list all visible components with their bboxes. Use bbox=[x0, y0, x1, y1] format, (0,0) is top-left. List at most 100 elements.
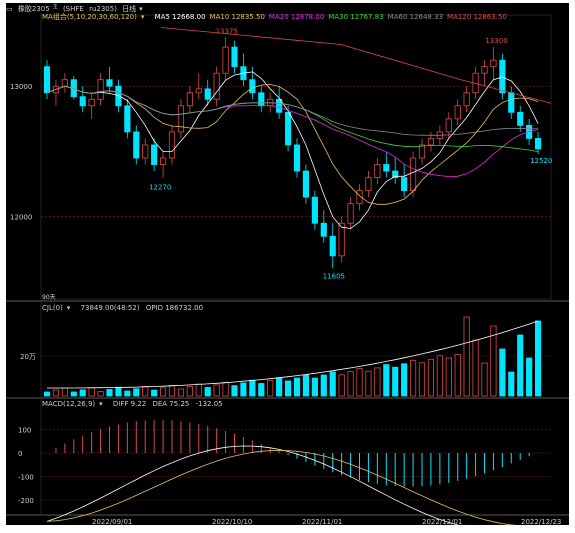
volume-bar bbox=[159, 387, 167, 397]
macd-label[interactable]: MACD(12,26,9) ▾ bbox=[42, 400, 107, 408]
volume-bar bbox=[517, 334, 524, 397]
candle bbox=[463, 92, 470, 107]
candle bbox=[293, 144, 301, 172]
volume-bar bbox=[481, 362, 488, 397]
volume-bar bbox=[115, 386, 122, 397]
candle bbox=[365, 177, 372, 192]
symbol-superscript: 主 bbox=[52, 4, 58, 10]
candle bbox=[329, 235, 336, 257]
candle bbox=[401, 177, 408, 192]
volume-bar bbox=[338, 374, 345, 397]
candle bbox=[133, 131, 140, 159]
ma-legend-ma20: MA20 12878.00 bbox=[268, 13, 325, 21]
candle bbox=[445, 118, 452, 133]
low-annotation: 11605 bbox=[323, 272, 345, 280]
volume-bar bbox=[97, 391, 104, 397]
volume-bar bbox=[284, 380, 292, 397]
volume-value: 73849.00(48:52) bbox=[80, 304, 140, 312]
rect-icon: ▭ bbox=[6, 5, 13, 14]
volume-bar bbox=[409, 359, 417, 397]
volume-bar bbox=[320, 374, 327, 397]
candle bbox=[481, 66, 488, 74]
macd-axis-label: 100 bbox=[18, 427, 31, 435]
ma-group-label[interactable]: MA组合(5,10,20,30,60,120) ▾ bbox=[42, 13, 148, 21]
volume-bar bbox=[293, 377, 301, 397]
candle bbox=[142, 144, 149, 159]
candle bbox=[97, 79, 104, 100]
candle bbox=[88, 98, 95, 107]
candle bbox=[79, 96, 86, 107]
candle bbox=[508, 92, 515, 113]
candle bbox=[124, 105, 131, 133]
volume-bar bbox=[70, 391, 77, 397]
price-axis-label: 13000 bbox=[10, 83, 32, 91]
volume-bar bbox=[249, 379, 256, 397]
volume-bar bbox=[133, 388, 140, 397]
kline-chart[interactable]: 13000 12000 90天 13375 12270 11605 13300 12520 20… bbox=[6, 3, 569, 525]
dea-value: DEA 75.25 bbox=[152, 400, 190, 408]
volume-bar bbox=[195, 383, 202, 397]
volume-bar bbox=[88, 387, 95, 397]
candle bbox=[115, 85, 122, 107]
volume-bar bbox=[365, 370, 372, 397]
candle bbox=[517, 111, 524, 126]
volume-bar bbox=[526, 357, 533, 397]
volume-bar bbox=[258, 383, 265, 397]
high-annotation: 13300 bbox=[485, 37, 507, 45]
last-price-annotation: 12520 bbox=[530, 157, 552, 165]
candle bbox=[374, 164, 381, 178]
volume-bar bbox=[276, 377, 283, 397]
candle bbox=[499, 59, 506, 94]
candle bbox=[311, 196, 318, 224]
volume-label[interactable]: CJL(0) ▾ bbox=[42, 304, 74, 312]
candle bbox=[454, 105, 461, 120]
volume-bar bbox=[401, 363, 408, 397]
candle bbox=[213, 72, 220, 100]
ma-legend-ma120: MA120 12863.50 bbox=[447, 13, 507, 21]
volume-bar bbox=[168, 384, 176, 397]
volume-bar bbox=[329, 371, 336, 397]
volume-bar bbox=[222, 381, 229, 397]
candle bbox=[427, 138, 435, 146]
candle bbox=[195, 88, 202, 94]
volume-bar bbox=[445, 357, 452, 397]
macd-value: -132.05 bbox=[195, 400, 223, 408]
candle bbox=[258, 92, 265, 107]
candle bbox=[418, 144, 426, 159]
volume-bar bbox=[267, 380, 274, 397]
volume-bar bbox=[177, 388, 185, 397]
chevron-down-icon: ▾ bbox=[66, 304, 71, 312]
macd-legend: MACD(12,26,9) ▾ DIFF 9.22 DEA 75.25 -132.… bbox=[42, 400, 227, 409]
volume-bar bbox=[79, 389, 86, 397]
volume-bar bbox=[356, 368, 363, 397]
candle bbox=[43, 66, 51, 94]
candle bbox=[159, 157, 167, 165]
candle bbox=[222, 46, 229, 74]
low-annotation: 12270 bbox=[149, 184, 171, 192]
x-label-4: 2022/12/01 bbox=[422, 518, 463, 526]
candle bbox=[490, 59, 497, 68]
candle bbox=[186, 92, 193, 107]
volume-bar bbox=[463, 316, 470, 397]
volume-bar bbox=[383, 364, 390, 397]
chart-window: 13000 12000 90天 13375 12270 11605 13300 12520 20… bbox=[6, 3, 569, 526]
x-label-5: 2022/12/23 bbox=[521, 518, 562, 526]
volume-bar bbox=[151, 389, 158, 397]
volume-bar bbox=[534, 320, 542, 397]
macd-axis-label: -200 bbox=[18, 497, 34, 505]
candle bbox=[338, 222, 345, 257]
volume-bar bbox=[427, 358, 435, 397]
volume-bar bbox=[436, 355, 443, 397]
volume-bar bbox=[392, 366, 399, 397]
x-label-2: 2022/10/10 bbox=[212, 518, 253, 526]
x-label-3: 2022/11/01 bbox=[302, 518, 343, 526]
ma-legend-ma30: MA30 12767.83 bbox=[328, 13, 384, 21]
candle bbox=[168, 131, 176, 159]
volume-bar bbox=[508, 371, 515, 397]
diff-value: DIFF 9.22 bbox=[112, 400, 147, 408]
price-axis-label: 12000 bbox=[10, 214, 32, 222]
ma-legend-ma60: MA60 12648.33 bbox=[387, 13, 444, 21]
x-label-1: 2022/09/01 bbox=[92, 518, 133, 526]
candle bbox=[383, 164, 390, 172]
ma-legend: MA组合(5,10,20,30,60,120) ▾ MA5 12668.00 MA1… bbox=[42, 13, 511, 22]
